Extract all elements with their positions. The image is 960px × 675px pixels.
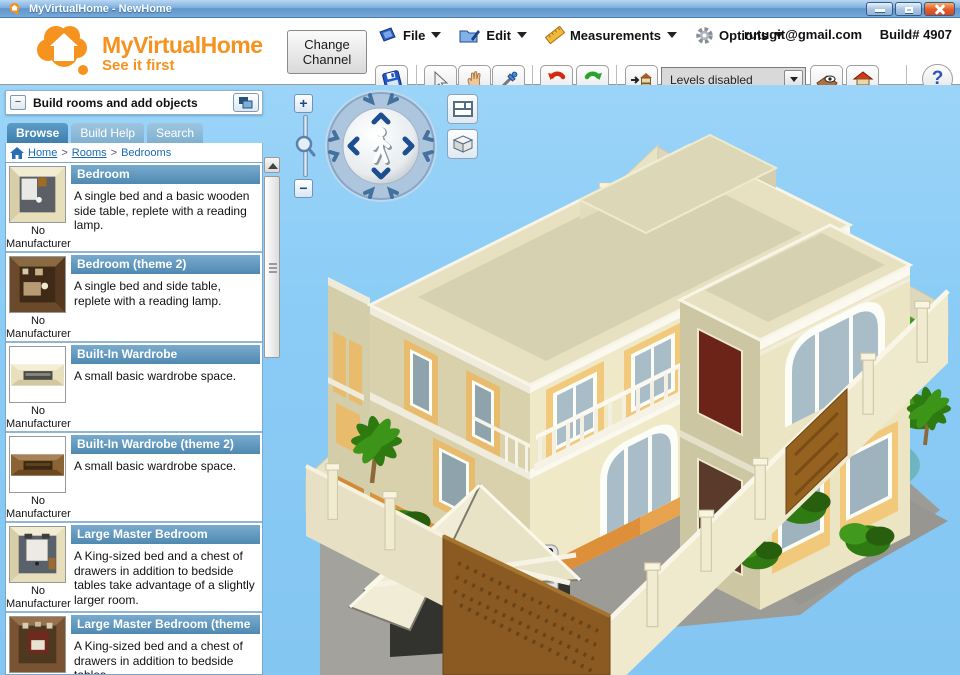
breadcrumb-separator: > xyxy=(111,147,117,159)
header-bar: MyVirtualHome See it first Change Channe… xyxy=(0,18,960,85)
compass-icon xyxy=(322,87,440,205)
zoom-handle[interactable] xyxy=(294,134,316,163)
item-description: A single bed and side table, replete wit… xyxy=(74,279,258,308)
zoom-out-button[interactable]: − xyxy=(294,179,313,198)
sidebar-scrollbar xyxy=(264,157,280,670)
list-item-bedroom-theme2[interactable]: No Manufacturer Bedroom (theme 2) A sing… xyxy=(6,253,262,343)
tab-browse[interactable]: Browse xyxy=(7,123,68,143)
chevron-down-icon xyxy=(517,32,527,38)
triangle-up-icon xyxy=(268,163,278,169)
scroll-up-button[interactable] xyxy=(264,157,280,173)
item-description: A single bed and a basic wooden side tab… xyxy=(74,189,258,233)
item-description: A small basic wardrobe space. xyxy=(74,459,258,474)
room-thumbnail xyxy=(9,166,66,223)
brand-name: MyVirtualHome xyxy=(102,32,263,59)
item-title: Built-In Wardrobe (theme 2) xyxy=(71,435,260,454)
zoom-in-button[interactable]: + xyxy=(294,94,313,113)
chevron-down-icon xyxy=(667,32,677,38)
manufacturer-label: No Manufacturer xyxy=(6,225,70,250)
menu-measurements[interactable]: Measurements xyxy=(545,26,677,44)
ruler-icon xyxy=(545,26,565,44)
item-title: Built-In Wardrobe xyxy=(71,345,260,364)
item-description: A King-sized bed and a chest of drawers … xyxy=(74,549,258,608)
list-item-master-bedroom-theme2[interactable]: No Manufacturer Large Master Bedroom (th… xyxy=(6,613,262,675)
breadcrumb: Home > Rooms > Bedrooms xyxy=(5,143,263,162)
manufacturer-label: No Manufacturer xyxy=(6,405,70,430)
app-window: MyVirtualHome - NewHome MyVirtualHome Se… xyxy=(0,0,960,675)
room-thumbnail xyxy=(9,256,66,313)
magnifier-icon xyxy=(294,134,316,158)
3d-view-button[interactable] xyxy=(447,129,478,159)
breadcrumb-rooms[interactable]: Rooms xyxy=(72,147,107,159)
close-button[interactable] xyxy=(924,2,955,16)
item-title: Bedroom (theme 2) xyxy=(71,255,260,274)
menu-file[interactable]: File xyxy=(378,27,441,44)
home-icon[interactable] xyxy=(10,147,24,159)
catalog-list: No Manufacturer Bedroom A single bed and… xyxy=(5,162,263,675)
item-title: Large Master Bedroom xyxy=(71,525,260,544)
chevron-down-icon xyxy=(790,77,798,82)
breadcrumb-separator: > xyxy=(61,147,67,159)
chevron-down-icon xyxy=(431,32,441,38)
build-number: Build# 4907 xyxy=(880,27,952,42)
room-thumbnail xyxy=(9,346,66,403)
breadcrumb-home[interactable]: Home xyxy=(28,147,57,159)
account-info: rutugit@gmail.com Build# 4907 xyxy=(730,27,952,42)
plan-view-button[interactable] xyxy=(447,94,478,124)
manufacturer-label: No Manufacturer xyxy=(6,315,70,340)
breadcrumb-bedrooms: Bedrooms xyxy=(121,147,171,159)
manufacturer-label: No Manufacturer xyxy=(6,585,70,610)
list-item-master-bedroom[interactable]: No Manufacturer Large Master Bedroom A K… xyxy=(6,523,262,613)
zoom-slider: + − xyxy=(294,94,316,198)
navigation-compass[interactable] xyxy=(322,87,440,210)
tab-search[interactable]: Search xyxy=(147,123,203,143)
3d-box-icon xyxy=(453,135,473,153)
window-title: MyVirtualHome - NewHome xyxy=(29,3,172,15)
item-description: A small basic wardrobe space. xyxy=(74,369,258,384)
room-thumbnail xyxy=(9,436,66,493)
maximize-button[interactable] xyxy=(895,2,922,16)
list-item-wardrobe[interactable]: No Manufacturer Built-In Wardrobe A smal… xyxy=(6,343,262,433)
minimize-button[interactable] xyxy=(866,2,893,16)
file-icon xyxy=(378,27,398,44)
panel-collapse-button[interactable]: − xyxy=(10,95,26,110)
item-description: A King-sized bed and a chest of drawers … xyxy=(74,639,258,675)
list-item-bedroom[interactable]: No Manufacturer Bedroom A single bed and… xyxy=(6,163,262,253)
room-thumbnail xyxy=(9,616,66,673)
menu-edit[interactable]: Edit xyxy=(459,27,527,44)
panel-title: Build rooms and add objects xyxy=(33,96,233,110)
gear-icon xyxy=(695,26,714,45)
item-title: Bedroom xyxy=(71,165,260,184)
sidebar-panel: − Build rooms and add objects Browse Bui… xyxy=(5,90,263,675)
edit-icon xyxy=(459,27,481,44)
list-item-wardrobe-theme2[interactable]: No Manufacturer Built-In Wardrobe (theme… xyxy=(6,433,262,523)
title-bar[interactable]: MyVirtualHome - NewHome xyxy=(0,0,960,18)
room-thumbnail xyxy=(9,526,66,583)
maximize-icon xyxy=(905,7,913,13)
cascade-windows-icon xyxy=(238,96,254,109)
manufacturer-label: No Manufacturer xyxy=(6,495,70,520)
scrollbar-thumb[interactable] xyxy=(264,176,280,358)
sidebar-header: − Build rooms and add objects xyxy=(5,90,263,115)
account-email: rutugit@gmail.com xyxy=(744,27,862,42)
panel-windows-button[interactable] xyxy=(233,93,259,112)
tab-build-help[interactable]: Build Help xyxy=(71,123,144,143)
sidebar-tabs: Browse Build Help Search xyxy=(7,123,203,143)
main-viewport: + − xyxy=(0,85,960,675)
floorplan-icon xyxy=(453,101,473,117)
app-logo-icon xyxy=(8,2,21,15)
minimize-icon xyxy=(875,9,885,12)
item-title: Large Master Bedroom (theme 2) xyxy=(71,615,260,634)
scrollbar-grip xyxy=(269,263,277,265)
